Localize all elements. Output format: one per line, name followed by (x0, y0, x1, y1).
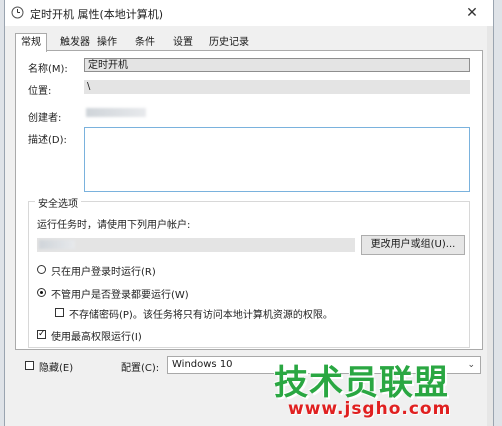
chevron-down-icon: ⌄ (467, 360, 475, 370)
security-options-group: 安全选项 运行任务时，请使用下列用户帐户: 更改用户或组(U)... 只在用户登… (28, 195, 470, 348)
radio-run-only-logged-on[interactable] (37, 265, 46, 274)
location-value: \ (84, 80, 470, 94)
radio-run-only-logged-on-label[interactable]: 只在用户登录时运行(R) (51, 263, 156, 278)
description-textarea[interactable] (84, 127, 470, 192)
configure-select-value: Windows 10 (172, 359, 233, 370)
author-value-redacted (86, 108, 146, 117)
checkbox-highest-privileges[interactable]: ✓ (37, 330, 46, 339)
run-as-user-redacted (39, 240, 75, 249)
tab-triggers[interactable]: 触发器 (55, 35, 95, 50)
name-field[interactable]: 定时开机 (84, 58, 470, 72)
security-group-title: 安全选项 (35, 195, 81, 210)
window-title: 定时开机 属性(本地计算机) (30, 8, 164, 21)
close-button[interactable]: ✕ (457, 3, 487, 23)
configure-label: 配置(C): (121, 363, 160, 374)
run-as-label: 运行任务时，请使用下列用户帐户: (37, 220, 191, 231)
title-bar[interactable]: 定时开机 属性(本地计算机) ✕ (5, 0, 493, 26)
checkbox-hidden[interactable] (25, 361, 34, 370)
run-as-user-field (37, 238, 355, 252)
close-icon: ✕ (466, 5, 478, 21)
do-not-store-password-label[interactable]: 不存储密码(P)。该任务将只有访问本地计算机资源的权限。 (69, 306, 333, 321)
tab-general[interactable]: 常规 (15, 33, 47, 52)
radio-run-whether-logged-on-label[interactable]: 不管用户是否登录都要运行(W) (51, 286, 189, 301)
clock-icon (11, 6, 24, 19)
checkmark-icon: ✓ (38, 329, 46, 339)
tab-actions[interactable]: 操作 (92, 35, 122, 50)
name-label: 名称(M): (28, 64, 68, 75)
hidden-label[interactable]: 隐藏(E) (39, 359, 73, 374)
checkbox-do-not-store-password[interactable] (55, 308, 64, 317)
task-properties-window: 定时开机 属性(本地计算机) ✕ 常规 触发器 操作 条件 设置 历史记录 名称… (4, 0, 494, 426)
tab-conditions[interactable]: 条件 (130, 35, 160, 50)
highest-privileges-label[interactable]: 使用最高权限运行(I) (51, 328, 142, 343)
change-user-button[interactable]: 更改用户或组(U)... (361, 235, 465, 255)
configure-select[interactable]: Windows 10 ⌄ (167, 356, 481, 374)
description-label: 描述(D): (28, 135, 67, 146)
location-label: 位置: (28, 86, 52, 97)
radio-run-whether-logged-on[interactable] (37, 288, 46, 297)
window-edge-strip (487, 26, 493, 426)
general-tab-panel: 名称(M): 定时开机 位置: \ 创建者: 描述(D): 安全选项 运行任务时… (15, 50, 483, 350)
author-label: 创建者: (28, 113, 62, 124)
tab-history[interactable]: 历史记录 (204, 35, 254, 50)
tab-settings[interactable]: 设置 (168, 35, 198, 50)
